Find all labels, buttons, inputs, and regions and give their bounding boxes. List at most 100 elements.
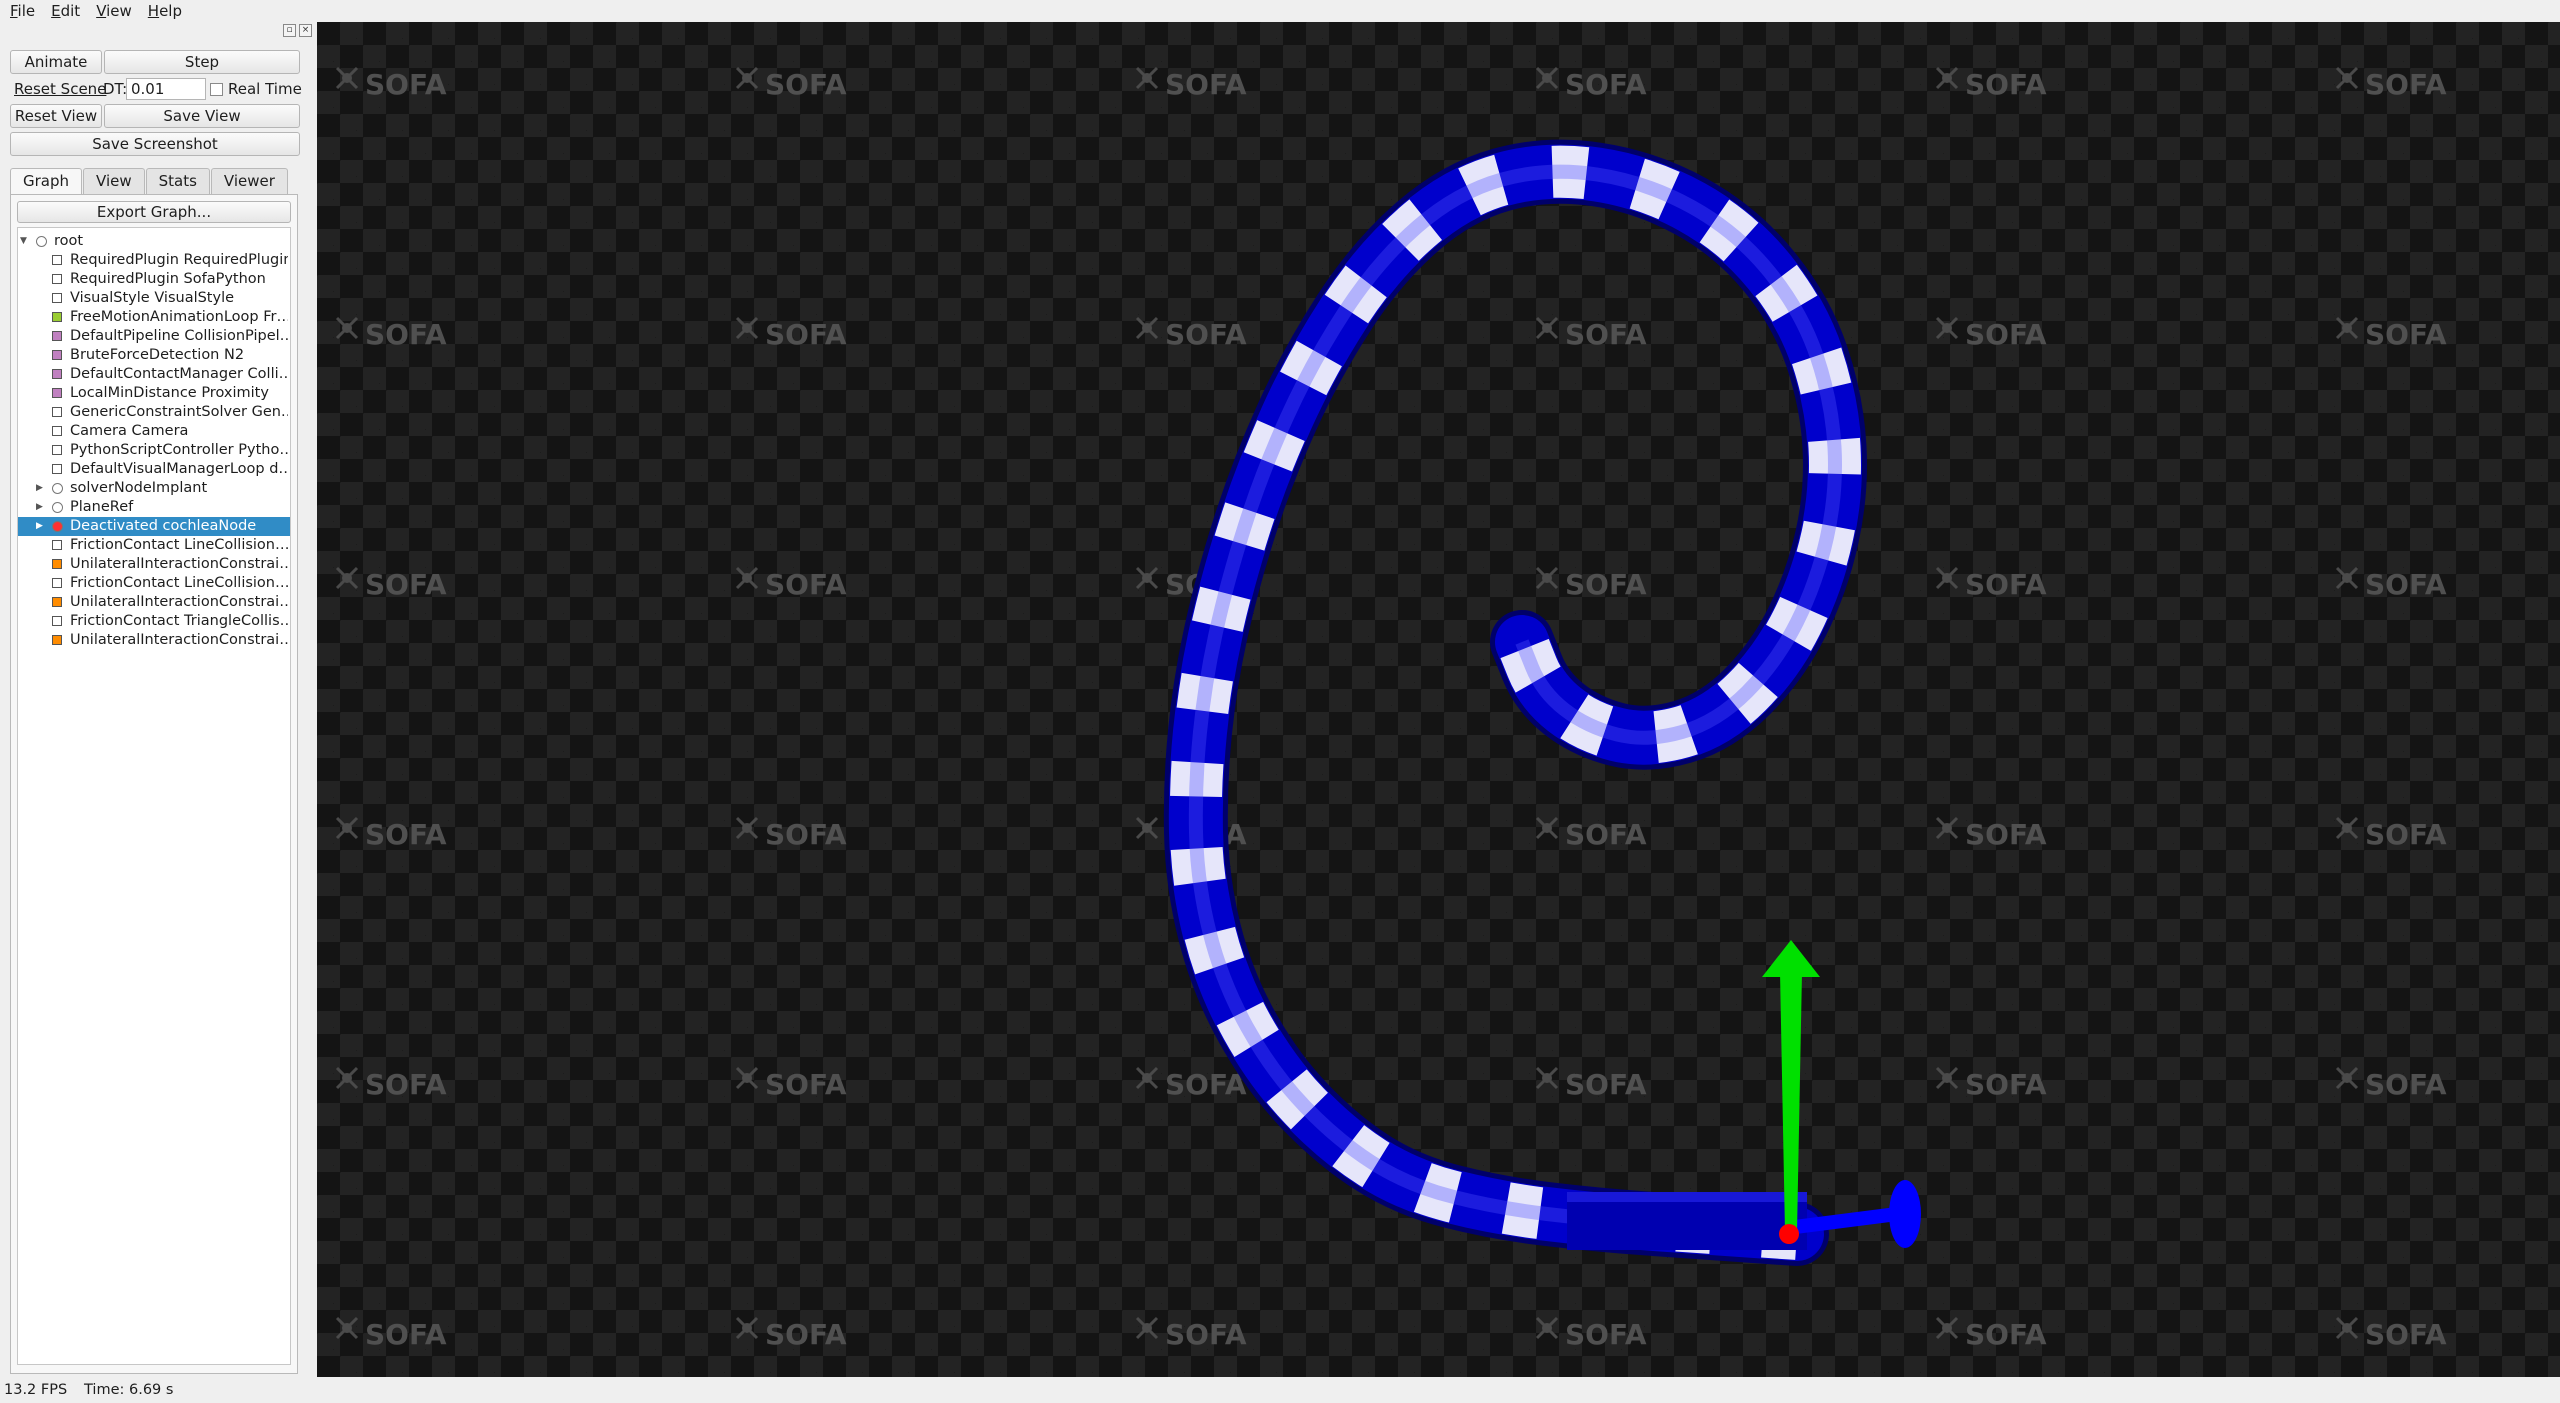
x-axis-head	[1889, 1180, 1921, 1248]
scene-render: SOFA SOFA SOFA SOFA SOFA SOFA SOFA SOFA SOFA SOFA…	[335, 66, 2447, 1351]
component-icon	[52, 388, 62, 398]
tree-row[interactable]: DefaultContactManager Colli…	[18, 365, 290, 384]
menu-label: elp	[159, 2, 182, 20]
reset-view-button[interactable]: Reset View	[10, 104, 102, 128]
tree-row[interactable]: BruteForceDetection N2	[18, 346, 290, 365]
component-icon	[52, 274, 62, 284]
tree-label: UnilateralInteractionConstrai…	[70, 556, 288, 572]
close-dock-icon[interactable]: ×	[299, 24, 312, 37]
graph-tab-body: Export Graph... ▼ root RequiredPlugin Requ…	[10, 194, 298, 1374]
status-bar: 13.2 FPS Time: 6.69 s	[0, 1377, 2560, 1403]
control-panel: ▫ × Animate Step Reset Scene DT: 0.01 Re…	[0, 22, 315, 1377]
real-time-checkbox[interactable]	[210, 83, 223, 96]
collapse-arrow-icon[interactable]: ▶	[36, 498, 43, 517]
float-dock-icon[interactable]: ▫	[283, 24, 296, 37]
menu-help[interactable]: Help	[138, 0, 188, 22]
dt-input[interactable]: 0.01	[126, 78, 206, 100]
tab-viewer[interactable]: Viewer	[210, 168, 288, 194]
component-icon	[52, 616, 62, 626]
watermark-text: SOFA	[2365, 568, 2447, 601]
watermark-text: SOFA	[1565, 318, 1647, 351]
component-icon	[52, 369, 62, 379]
component-icon	[52, 578, 62, 588]
watermark-text: SOFA	[765, 318, 847, 351]
tree-row[interactable]: FrictionContact TriangleCollis…	[18, 612, 290, 631]
save-view-button[interactable]: Save View	[104, 104, 300, 128]
tree-row[interactable]: FreeMotionAnimationLoop Fr…	[18, 308, 290, 327]
tree-row[interactable]: FrictionContact LineCollision…	[18, 574, 290, 593]
tree-row[interactable]: RequiredPlugin RequiredPlugin	[18, 251, 290, 270]
watermark-text: SOFA	[1565, 1068, 1647, 1101]
tree-row[interactable]: ▶ PlaneRef	[18, 498, 290, 517]
component-icon	[52, 331, 62, 341]
tree-label: DefaultPipeline CollisionPipel…	[70, 328, 288, 344]
component-icon	[52, 540, 62, 550]
save-screenshot-button[interactable]: Save Screenshot	[10, 132, 300, 156]
tree-row[interactable]: Camera Camera	[18, 422, 290, 441]
watermark-text: SOFA	[2365, 818, 2447, 851]
z-axis-marker	[1779, 1224, 1799, 1244]
watermark-text: SOFA	[1165, 318, 1247, 351]
watermark-text: SOFA	[365, 68, 447, 101]
tree-row[interactable]: DefaultPipeline CollisionPipel…	[18, 327, 290, 346]
scene-graph-tree[interactable]: ▼ root RequiredPlugin RequiredPlugin Requir…	[17, 227, 291, 1365]
component-icon	[52, 635, 62, 645]
menu-view[interactable]: View	[86, 0, 138, 22]
collapse-arrow-icon[interactable]: ▶	[36, 517, 43, 536]
tree-label: FrictionContact LineCollision…	[70, 537, 288, 553]
tree-row[interactable]: FrictionContact LineCollision…	[18, 536, 290, 555]
component-icon	[52, 293, 62, 303]
tree-label: RequiredPlugin SofaPython	[70, 271, 266, 287]
tree-row[interactable]: ▶ solverNodeImplant	[18, 479, 290, 498]
menu-edit[interactable]: Edit	[41, 0, 86, 22]
watermark-text: SOFA	[1565, 568, 1647, 601]
watermark-text: SOFA	[1965, 68, 2047, 101]
tree-label: FrictionContact TriangleCollis…	[70, 613, 288, 629]
dt-label: DT:	[103, 80, 128, 98]
node-icon	[52, 521, 63, 532]
reset-scene-button[interactable]: Reset Scene	[14, 77, 106, 101]
expand-arrow-icon[interactable]: ▼	[20, 232, 27, 251]
3d-viewport[interactable]: SOFA SOFA SOFA SOFA SOFA SOFA SOFA SOFA SOFA SOFA…	[317, 22, 2560, 1377]
menu-file[interactable]: File	[0, 0, 41, 22]
tree-row[interactable]: VisualStyle VisualStyle	[18, 289, 290, 308]
tab-stats[interactable]: Stats	[145, 168, 210, 194]
menu-label: dit	[60, 2, 81, 20]
menu-bar: File Edit View Help	[0, 0, 2560, 22]
tree-row[interactable]: UnilateralInteractionConstrai…	[18, 555, 290, 574]
export-graph-button[interactable]: Export Graph...	[17, 201, 291, 223]
tree-label: UnilateralInteractionConstrai…	[70, 632, 288, 648]
watermark-text: SOFA	[1965, 818, 2047, 851]
watermark-text: SOFA	[365, 818, 447, 851]
fps-counter: 13.2 FPS	[4, 1382, 68, 1398]
dock-buttons: ▫ ×	[283, 24, 312, 37]
tree-label: BruteForceDetection N2	[70, 347, 245, 363]
component-icon	[52, 255, 62, 265]
watermark-text: SOFA	[1965, 568, 2047, 601]
node-icon	[36, 236, 47, 247]
tree-row[interactable]: RequiredPlugin SofaPython	[18, 270, 290, 289]
animate-button[interactable]: Animate	[10, 50, 102, 74]
watermark-text: SOFA	[1965, 1068, 2047, 1101]
menu-accelerator: V	[96, 2, 107, 20]
component-icon	[52, 407, 62, 417]
tree-row[interactable]: UnilateralInteractionConstrai…	[18, 631, 290, 650]
watermark-text: SOFA	[365, 1068, 447, 1101]
node-icon	[52, 502, 63, 513]
tree-label: VisualStyle VisualStyle	[70, 290, 235, 306]
node-icon	[52, 483, 63, 494]
tree-row[interactable]: DefaultVisualManagerLoop d…	[18, 460, 290, 479]
collapse-arrow-icon[interactable]: ▶	[36, 479, 43, 498]
tree-row[interactable]: ▶ Deactivated cochleaNode	[18, 517, 290, 536]
tab-view[interactable]: View	[83, 168, 145, 194]
tree-row[interactable]: PythonScriptController Pytho…	[18, 441, 290, 460]
tab-graph[interactable]: Graph	[10, 168, 83, 195]
step-button[interactable]: Step	[104, 50, 300, 74]
tree-row[interactable]: ▼ root	[18, 232, 290, 251]
tree-row[interactable]: UnilateralInteractionConstrai…	[18, 593, 290, 612]
tree-row[interactable]: LocalMinDistance Proximity	[18, 384, 290, 403]
tube-base-highlight	[1567, 1192, 1807, 1202]
tree-label: DefaultVisualManagerLoop d…	[70, 461, 288, 477]
tree-row[interactable]: GenericConstraintSolver Gen…	[18, 403, 290, 422]
watermark-text: SOFA	[2365, 1068, 2447, 1101]
